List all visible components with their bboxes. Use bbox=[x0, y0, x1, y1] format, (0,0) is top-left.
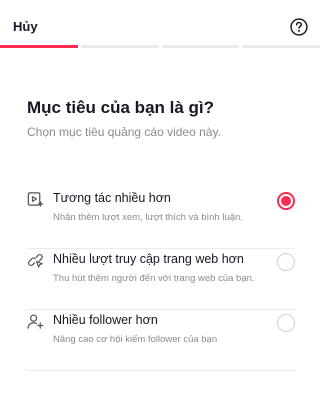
radio-unselected[interactable] bbox=[277, 314, 295, 332]
cancel-button[interactable]: Hủy bbox=[13, 19, 38, 34]
progress-step-4 bbox=[242, 45, 320, 48]
option-title: Nhiều lượt truy cập trang web hơn bbox=[53, 252, 244, 266]
option-description: Nâng cao cơ hội kiếm follower của bạn bbox=[53, 334, 218, 345]
option-website-visits[interactable]: Nhiều lượt truy cập trang web hơn Thu hú… bbox=[27, 250, 295, 310]
option-engagement[interactable]: Tương tác nhiều hơn Nhận thêm lượt xem, … bbox=[27, 189, 295, 249]
page-subtitle: Chọn mục tiêu quảng cáo video này. bbox=[27, 125, 221, 139]
radio-unselected[interactable] bbox=[277, 253, 295, 271]
question-circle-icon[interactable] bbox=[290, 18, 308, 36]
divider bbox=[27, 248, 295, 249]
option-followers[interactable]: Nhiều follower hơn Nâng cao cơ hội kiếm … bbox=[27, 311, 295, 371]
person-add-icon bbox=[27, 314, 44, 329]
divider bbox=[27, 309, 295, 310]
progress-step-2 bbox=[80, 45, 159, 48]
option-description: Thu hút thêm người đến với trang web của… bbox=[53, 273, 255, 284]
progress-step-3 bbox=[161, 45, 240, 48]
progress-step-1 bbox=[0, 45, 78, 48]
option-title: Tương tác nhiều hơn bbox=[53, 191, 171, 205]
video-play-icon bbox=[27, 192, 44, 207]
radio-selected[interactable] bbox=[277, 192, 295, 210]
top-bar: Hủy bbox=[0, 0, 320, 48]
step-progress-bar bbox=[0, 45, 320, 48]
page-title: Mục tiêu của bạn là gì? bbox=[27, 98, 215, 117]
option-title: Nhiều follower hơn bbox=[53, 313, 158, 327]
link-pointer-icon bbox=[27, 253, 43, 268]
option-description: Nhận thêm lượt xem, lượt thích và bình l… bbox=[53, 212, 243, 223]
divider bbox=[27, 370, 295, 371]
